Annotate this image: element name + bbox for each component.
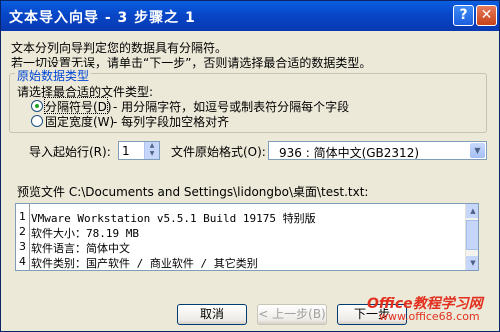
help-button[interactable]: ? [453,5,474,26]
scroll-thumb[interactable] [466,220,478,250]
preview-label: 预览文件 C:\Documents and Settings\lidongbo\… [17,185,369,199]
preview-vertical-scrollbar[interactable]: ▲ ▼ [465,204,478,270]
import-start-value[interactable]: 1 [122,144,130,158]
file-origin-label: 文件原始格式(O): [171,145,266,159]
preview-row: 软件类别：国产软件 / 商业软件 / 其它类别 [31,257,258,270]
import-start-spinner[interactable]: 1 ▲ ▼ [118,141,160,160]
scroll-up-icon[interactable]: ▲ [466,204,478,218]
close-button[interactable]: ✕ [476,5,497,26]
line-number: 2 [19,225,26,238]
fixed-width-label[interactable]: 固定宽度(W) [45,113,114,130]
preview-row: 软件语言：简体中文 [31,242,130,255]
fixed-width-radio[interactable] [31,115,43,127]
fixed-width-description: - 每列字段加空格对齐 [113,115,230,129]
cancel-button[interactable]: 取消 [177,304,247,325]
delimited-radio[interactable] [31,100,43,112]
preview-row: VMware Workstation v5.5.1 Build 19175 特别… [31,212,316,225]
spin-down-icon[interactable]: ▼ [145,150,159,158]
preview-row: 软件大小：78.19 MB [31,227,139,240]
back-button[interactable]: < 上一步(B) [257,304,327,325]
preview-pane[interactable]: 1 2 3 4 VMware Workstation v5.5.1 Build … [15,203,479,271]
line-number: 3 [19,240,26,253]
watermark-url: www.office68.com [379,310,480,323]
line-number-gutter: 1 2 3 4 [16,204,30,270]
spin-up-icon[interactable]: ▲ [145,142,159,150]
spinner-arrows[interactable]: ▲ ▼ [144,142,159,159]
line-number: 4 [19,255,26,268]
file-origin-select[interactable]: 936 : 简体中文(GB2312) ▼ [268,141,487,160]
chevron-down-icon[interactable]: ▼ [470,143,485,158]
file-origin-value[interactable]: 936 : 简体中文(GB2312) [279,144,419,161]
scroll-down-icon[interactable]: ▼ [466,256,478,270]
title-bar[interactable]: 文本导入向导 - 3 步骤之 1 ? ✕ [1,1,499,31]
text-import-wizard-dialog: 文本导入向导 - 3 步骤之 1 ? ✕ 文本分列向导判定您的数据具有分隔符。 … [0,0,500,332]
window-title: 文本导入向导 - 3 步骤之 1 [9,10,196,26]
line-number: 1 [19,210,26,223]
import-start-label: 导入起始行(R): [29,145,111,159]
group-label: 原始数据类型 [15,67,92,84]
